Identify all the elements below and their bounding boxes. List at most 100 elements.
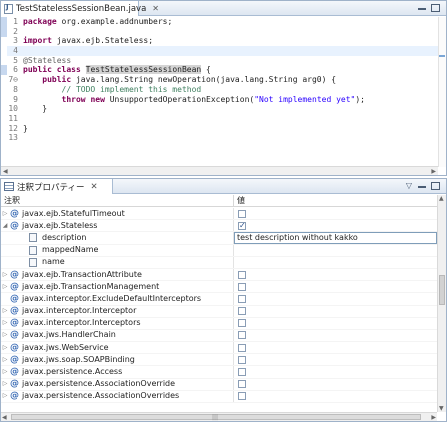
scrollbar-thumb[interactable]: |||: [11, 414, 421, 421]
collapsed-twisty-icon[interactable]: ▷: [1, 354, 9, 365]
annotation-checkbox[interactable]: [238, 282, 246, 291]
value-cell[interactable]: [234, 354, 437, 365]
scrollbar-thumb[interactable]: [439, 275, 445, 305]
annotation-row[interactable]: ▷ @ javax.persistence.AssociationOverride: [1, 378, 437, 391]
annotation-checkbox[interactable]: [238, 220, 246, 232]
name-cell[interactable]: ▷ @ javax.jws.HandlerChain: [1, 329, 234, 342]
value-cell[interactable]: [234, 379, 437, 390]
code-line[interactable]: 12}: [7, 124, 438, 134]
name-cell[interactable]: ▷ @ javax.jws.soap.SOAPBinding: [1, 354, 234, 366]
value-cell[interactable]: [234, 330, 437, 341]
close-icon[interactable]: ✕: [152, 4, 159, 13]
annotation-checkbox[interactable]: [238, 380, 246, 389]
code-line[interactable]: 6 public class TestStatelessSessionBean {: [7, 65, 438, 75]
code-line[interactable]: 3 import javax.ejb.Stateless;: [7, 36, 438, 46]
annotation-row[interactable]: ▷ @ javax.persistence.Access: [1, 366, 437, 379]
name-cell[interactable]: name: [1, 256, 234, 268]
value-cell[interactable]: [234, 391, 437, 402]
value-cell[interactable]: [234, 293, 437, 304]
property-row[interactable]: name: [1, 256, 437, 269]
annotation-row[interactable]: ◢ @ javax.ejb.Stateless: [1, 220, 437, 233]
value-editor-input[interactable]: test description without kakko: [237, 232, 358, 244]
scroll-left-icon[interactable]: ◀: [2, 413, 7, 422]
value-cell[interactable]: [234, 342, 437, 353]
annotation-row[interactable]: ▷ @ javax.ejb.TransactionManagement: [1, 281, 437, 294]
name-cell[interactable]: ▷ @ javax.ejb.TransactionAttribute: [1, 268, 234, 281]
name-cell[interactable]: ▷ @ javax.interceptor.Interceptors: [1, 317, 234, 329]
editor-tab[interactable]: TestStatelessSessionBean.java ✕: [1, 1, 159, 16]
code-line[interactable]: 4: [7, 46, 438, 56]
annotation-row[interactable]: ▷ @ javax.interceptor.Interceptor: [1, 305, 437, 318]
annotation-checkbox[interactable]: [238, 294, 246, 303]
value-cell[interactable]: [234, 281, 437, 292]
maximize-icon[interactable]: [431, 4, 440, 12]
code-line[interactable]: 11: [7, 114, 438, 124]
name-cell[interactable]: ▷ @ javax.jws.WebService: [1, 342, 234, 354]
scroll-left-icon[interactable]: ◀: [3, 167, 8, 176]
column-header-value[interactable]: 値: [234, 195, 245, 206]
minimize-icon[interactable]: [418, 3, 426, 10]
name-cell[interactable]: ▷ @ javax.interceptor.Interceptor: [1, 305, 234, 317]
code-line[interactable]: 13: [7, 133, 438, 143]
annotation-checkbox[interactable]: [238, 343, 246, 352]
scroll-up-icon[interactable]: ▲: [439, 195, 444, 202]
value-cell[interactable]: [234, 245, 437, 256]
annotation-checkbox[interactable]: [238, 307, 246, 316]
annotation-row[interactable]: ▷ @ javax.ejb.TransactionAttribute: [1, 268, 437, 282]
value-cell[interactable]: [234, 208, 437, 219]
annotation-row[interactable]: ▷ @ javax.jws.soap.SOAPBinding: [1, 354, 437, 367]
name-cell[interactable]: ◢ @ javax.ejb.Stateless: [1, 220, 234, 232]
collapsed-twisty-icon[interactable]: ▷: [1, 318, 9, 329]
maximize-icon[interactable]: [431, 182, 440, 190]
collapsed-twisty-icon[interactable]: ▷: [1, 342, 9, 353]
annotation-row[interactable]: ▷ @ javax.jws.WebService: [1, 342, 437, 355]
scroll-down-icon[interactable]: ▼: [439, 405, 444, 412]
value-cell[interactable]: [234, 366, 437, 377]
properties-vertical-scrollbar[interactable]: ▲ ▼: [437, 195, 446, 412]
annotation-row[interactable]: @ javax.interceptor.ExcludeDefaultInterce…: [1, 293, 437, 306]
code-area[interactable]: 1 package org.example.addnumbers; 2 3 import…: [1, 17, 438, 167]
annotation-checkbox[interactable]: [238, 331, 246, 340]
name-cell[interactable]: mappedName: [1, 244, 234, 256]
property-row[interactable]: mappedName: [1, 244, 437, 257]
value-cell[interactable]: test description without kakko: [234, 232, 437, 244]
annotation-checkbox[interactable]: [238, 392, 246, 401]
code-line[interactable]: 5 @Stateless: [7, 56, 438, 66]
name-cell[interactable]: ▷ @ javax.persistence.Access: [1, 366, 234, 378]
properties-horizontal-scrollbar[interactable]: ◀ ||| ▶: [1, 412, 437, 421]
annotation-row[interactable]: ▷ @ javax.ejb.StatefulTimeout: [1, 208, 437, 221]
minimize-icon[interactable]: [418, 181, 426, 188]
code-line[interactable]: 2: [7, 27, 438, 37]
code-line[interactable]: 7⊖ public java.lang.String newOperation(…: [7, 75, 438, 85]
annotation-checkbox[interactable]: [238, 270, 246, 279]
value-cell[interactable]: [234, 269, 437, 280]
collapsed-twisty-icon[interactable]: ▷: [1, 330, 9, 341]
property-row[interactable]: description test description without kakk…: [1, 232, 437, 245]
name-cell[interactable]: @ javax.interceptor.ExcludeDefaultInterce…: [1, 293, 234, 305]
overview-ruler[interactable]: [438, 17, 446, 167]
annotation-checkbox[interactable]: [238, 319, 246, 328]
collapsed-twisty-icon[interactable]: ▷: [1, 391, 9, 402]
code-line[interactable]: 1 package org.example.addnumbers;: [7, 17, 438, 27]
editor-horizontal-scrollbar[interactable]: ◀ ▶: [1, 166, 438, 175]
properties-tab[interactable]: 注釈プロパティー ✕: [1, 179, 113, 194]
collapsed-twisty-icon[interactable]: ▷: [1, 366, 9, 377]
collapsed-twisty-icon[interactable]: ▷: [1, 269, 9, 280]
name-cell[interactable]: ▷ @ javax.persistence.AssociationOverride: [1, 378, 234, 390]
code-line[interactable]: 9 throw new UnsupportedOperationExceptio…: [7, 95, 438, 105]
scroll-right-icon[interactable]: ▶: [431, 413, 436, 422]
collapsed-twisty-icon[interactable]: ▷: [1, 208, 9, 219]
name-cell[interactable]: ▷ @ javax.ejb.StatefulTimeout: [1, 208, 234, 220]
column-header-annotation[interactable]: 注釈: [1, 195, 234, 206]
collapsed-twisty-icon[interactable]: ▷: [1, 379, 9, 390]
name-cell[interactable]: description: [1, 232, 234, 244]
annotation-row[interactable]: ▷ @ javax.persistence.AssociationOverrides: [1, 390, 437, 403]
value-cell[interactable]: [234, 318, 437, 329]
collapsed-twisty-icon[interactable]: ▷: [1, 306, 9, 317]
code-line[interactable]: 10 }: [7, 104, 438, 114]
view-menu-icon[interactable]: ▽: [406, 181, 412, 190]
expanded-twisty-icon[interactable]: ◢: [1, 220, 9, 231]
annotation-checkbox[interactable]: [238, 355, 246, 364]
overview-mark[interactable]: [439, 55, 445, 57]
code-line[interactable]: 8 // TODO implement this method: [7, 85, 438, 95]
